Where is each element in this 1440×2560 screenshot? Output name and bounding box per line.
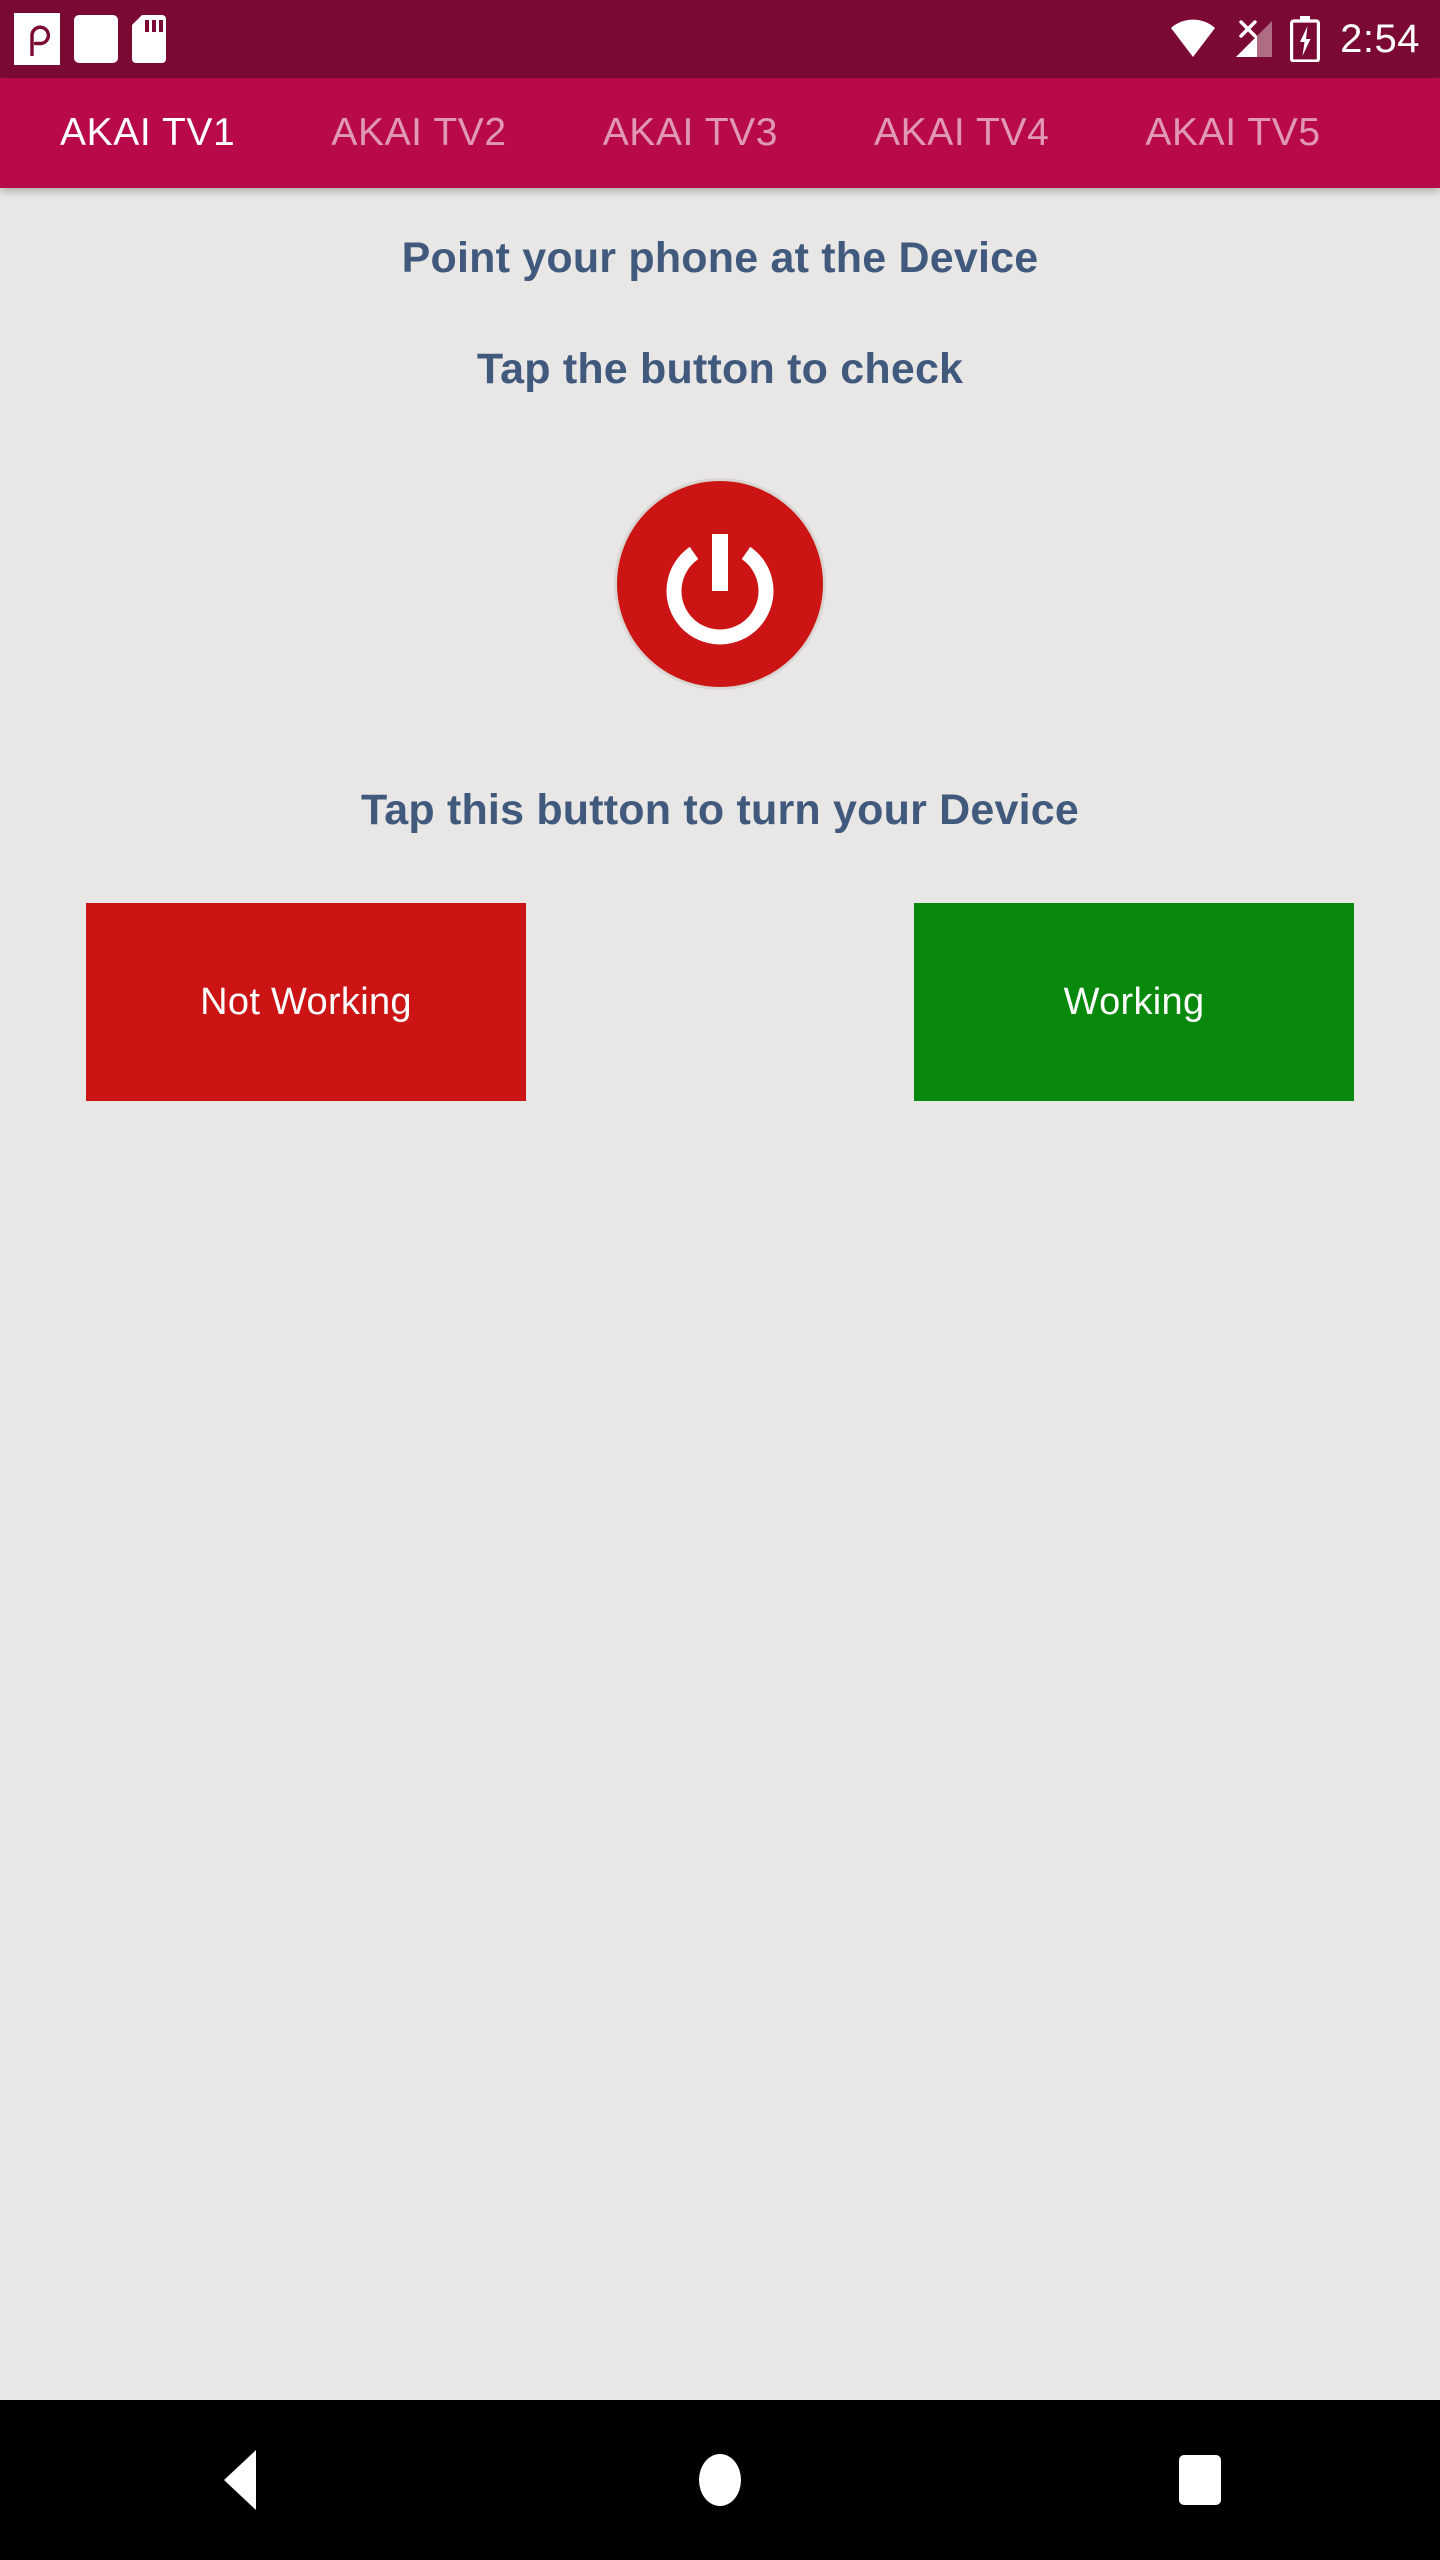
power-button[interactable] bbox=[614, 478, 826, 690]
home-circle-icon bbox=[699, 2454, 741, 2506]
status-bar-notifications bbox=[14, 13, 166, 65]
power-button-caption: Tap this button to turn your Device bbox=[360, 786, 1080, 834]
android-navigation-bar bbox=[0, 2400, 1440, 2560]
sd-card-icon bbox=[132, 15, 166, 63]
tab-akai-tv3[interactable]: AKAI TV3 bbox=[555, 78, 826, 188]
power-icon bbox=[655, 519, 785, 649]
phone-screen: 2:54 AKAI TV1 AKAI TV2 AKAI TV3 AKAI TV4… bbox=[0, 0, 1440, 2560]
nav-back-button[interactable] bbox=[150, 2400, 330, 2560]
not-working-button[interactable]: Not Working bbox=[86, 903, 526, 1101]
tab-akai-tv1[interactable]: AKAI TV1 bbox=[0, 78, 283, 188]
tab-akai-tv4[interactable]: AKAI TV4 bbox=[826, 78, 1097, 188]
cellular-no-sim-icon bbox=[1232, 18, 1274, 60]
status-bar: 2:54 bbox=[0, 0, 1440, 78]
wifi-icon bbox=[1170, 19, 1216, 59]
tab-akai-tv2[interactable]: AKAI TV2 bbox=[283, 78, 554, 188]
instruction-line-1: Point your phone at the Device bbox=[401, 234, 1039, 282]
battery-charging-icon bbox=[1290, 16, 1321, 63]
status-bar-system-icons: 2:54 bbox=[1170, 16, 1420, 63]
power-button-container bbox=[0, 478, 1440, 690]
instruction-line-2: Tap the button to check bbox=[476, 345, 964, 393]
nav-home-button[interactable] bbox=[630, 2400, 810, 2560]
action-button-row: Not Working Working bbox=[0, 903, 1440, 1101]
status-bar-clock: 2:54 bbox=[1340, 17, 1420, 61]
blank-notification-icon bbox=[74, 15, 118, 63]
nav-recents-button[interactable] bbox=[1110, 2400, 1290, 2560]
recents-square-icon bbox=[1179, 2455, 1221, 2505]
tab-akai-tv5[interactable]: AKAI TV5 bbox=[1097, 78, 1368, 188]
back-triangle-icon bbox=[224, 2450, 256, 2510]
working-button[interactable]: Working bbox=[914, 903, 1354, 1101]
app-notification-icon bbox=[14, 13, 60, 65]
tab-bar[interactable]: AKAI TV1 AKAI TV2 AKAI TV3 AKAI TV4 AKAI… bbox=[0, 78, 1440, 188]
main-content: Point your phone at the Device Tap the b… bbox=[0, 188, 1440, 2400]
